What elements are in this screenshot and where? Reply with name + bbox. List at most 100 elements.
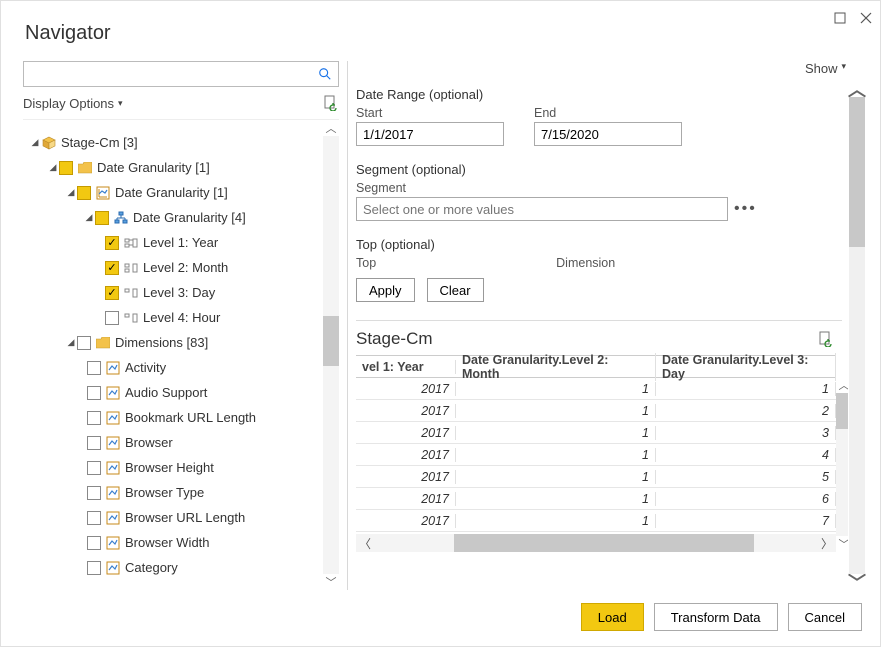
scroll-down-icon[interactable]: ﹀ <box>836 536 848 552</box>
table-row[interactable]: 201711 <box>356 378 836 400</box>
transform-data-button[interactable]: Transform Data <box>654 603 778 631</box>
chevron-down-icon[interactable]: ◢ <box>65 337 77 348</box>
grid-vscrollbar[interactable]: ︿ ﹀ <box>836 377 848 552</box>
refresh-icon[interactable] <box>323 95 339 111</box>
measure-icon <box>105 360 121 376</box>
scrollbar-track[interactable] <box>323 136 339 574</box>
tree-scrollbar[interactable]: ︿ ﹀ <box>323 120 339 590</box>
level-icon <box>123 235 139 251</box>
tree-label: Browser <box>125 435 173 450</box>
scroll-right-icon[interactable]: 〉 <box>818 535 836 552</box>
clear-button[interactable]: Clear <box>427 278 484 302</box>
tree-item-category[interactable]: Category <box>23 555 339 580</box>
hscroll-thumb[interactable] <box>454 534 754 552</box>
chevron-down-icon[interactable]: ◢ <box>83 212 95 223</box>
tree-item-browser-height[interactable]: Browser Height <box>23 455 339 480</box>
vscroll-thumb[interactable] <box>836 393 848 429</box>
table-row[interactable]: 201714 <box>356 444 836 466</box>
measure-icon <box>105 535 121 551</box>
chevron-down-icon[interactable]: ◢ <box>47 162 59 173</box>
grid-header: vel 1: Year Date Granularity.Level 2: Mo… <box>356 356 836 378</box>
cell-day: 1 <box>656 382 836 396</box>
display-options[interactable]: Display Options ▾ <box>23 95 339 111</box>
tree-label: Category <box>125 560 178 575</box>
checkbox[interactable] <box>87 436 101 450</box>
tree-label: Date Granularity [4] <box>133 210 246 225</box>
load-button[interactable]: Load <box>581 603 644 631</box>
checkbox[interactable] <box>59 161 73 175</box>
caret-down-icon: ▾ <box>118 98 123 109</box>
checkbox[interactable] <box>87 461 101 475</box>
show-menu[interactable]: Show ▾ <box>356 61 866 81</box>
tree-item-date-granularity-2[interactable]: ◢ Date Granularity [1] <box>23 180 339 205</box>
scroll-down-icon[interactable]: ﹀ <box>323 574 339 590</box>
tree-item-level-month[interactable]: ✓ Level 2: Month <box>23 255 339 280</box>
measure-icon <box>105 435 121 451</box>
more-icon[interactable]: ••• <box>734 200 757 218</box>
scroll-down-icon[interactable]: ﹀ <box>849 574 865 590</box>
search-box[interactable] <box>23 61 339 87</box>
col-day[interactable]: Date Granularity.Level 3: Day <box>656 353 836 381</box>
scroll-up-icon[interactable]: ︿ <box>323 120 339 136</box>
table-row[interactable]: 201717 <box>356 510 836 532</box>
table-row[interactable]: 201715 <box>356 466 836 488</box>
checkbox[interactable] <box>87 511 101 525</box>
tree-item-date-granularity-3[interactable]: ◢ Date Granularity [4] <box>23 205 339 230</box>
table-row[interactable]: 201716 <box>356 488 836 510</box>
table-row[interactable]: 201713 <box>356 422 836 444</box>
table-row[interactable]: 201712 <box>356 400 836 422</box>
checkbox[interactable] <box>87 361 101 375</box>
tree-item-browser-width[interactable]: Browser Width <box>23 530 339 555</box>
checkbox[interactable] <box>95 211 109 225</box>
apply-button[interactable]: Apply <box>356 278 415 302</box>
tree-folder-date-granularity-1[interactable]: ◢ Date Granularity [1] <box>23 155 339 180</box>
tree-item-browser[interactable]: Browser <box>23 430 339 455</box>
col-year[interactable]: vel 1: Year <box>356 360 456 374</box>
close-icon[interactable] <box>860 12 872 24</box>
scroll-up-icon[interactable]: ︿ <box>849 81 865 97</box>
cancel-button[interactable]: Cancel <box>788 603 862 631</box>
tree-item-bookmark-url-length[interactable]: Bookmark URL Length <box>23 405 339 430</box>
grid-hscrollbar[interactable]: 〈 〉 <box>356 534 836 552</box>
checkbox[interactable] <box>77 186 91 200</box>
chevron-down-icon[interactable]: ◢ <box>29 137 41 148</box>
scrollbar-thumb[interactable] <box>849 97 865 247</box>
checkbox[interactable] <box>87 411 101 425</box>
checkbox[interactable] <box>87 561 101 575</box>
tree-item-activity[interactable]: Activity <box>23 355 339 380</box>
tree-item-level-day[interactable]: ✓ Level 3: Day <box>23 280 339 305</box>
chevron-down-icon[interactable]: ◢ <box>65 187 77 198</box>
tree-item-browser-type[interactable]: Browser Type <box>23 480 339 505</box>
maximize-icon[interactable] <box>834 12 846 24</box>
checkbox[interactable] <box>77 336 91 350</box>
refresh-preview-icon[interactable] <box>818 331 834 347</box>
scroll-up-icon[interactable]: ︿ <box>836 377 848 393</box>
checkbox[interactable] <box>87 536 101 550</box>
checkbox[interactable]: ✓ <box>105 261 119 275</box>
right-pane-scrollbar[interactable]: ︿ ﹀ <box>848 81 866 590</box>
cell-month: 1 <box>456 470 656 484</box>
tree-root-stage-cm[interactable]: ◢ Stage-Cm [3] <box>23 130 339 155</box>
checkbox[interactable]: ✓ <box>105 236 119 250</box>
scroll-left-icon[interactable]: 〈 <box>356 535 374 552</box>
end-label: End <box>534 106 682 120</box>
tree-label: Date Granularity [1] <box>115 185 228 200</box>
checkbox[interactable]: ✓ <box>105 286 119 300</box>
pane-divider[interactable] <box>347 61 348 590</box>
tree-item-level-hour[interactable]: Level 4: Hour <box>23 305 339 330</box>
measure-icon <box>105 485 121 501</box>
scrollbar-thumb[interactable] <box>323 316 339 366</box>
segment-input[interactable] <box>356 197 728 221</box>
checkbox[interactable] <box>87 386 101 400</box>
tree-item-level-year[interactable]: ✓ Level 1: Year <box>23 230 339 255</box>
col-month[interactable]: Date Granularity.Level 2: Month <box>456 353 656 381</box>
start-date-input[interactable] <box>356 122 504 146</box>
tree-folder-dimensions[interactable]: ◢ Dimensions [83] <box>23 330 339 355</box>
checkbox[interactable] <box>105 311 119 325</box>
cell-year: 2017 <box>356 426 456 440</box>
search-input[interactable] <box>30 66 318 83</box>
tree-item-audio-support[interactable]: Audio Support <box>23 380 339 405</box>
end-date-input[interactable] <box>534 122 682 146</box>
checkbox[interactable] <box>87 486 101 500</box>
tree-item-browser-url-length[interactable]: Browser URL Length <box>23 505 339 530</box>
